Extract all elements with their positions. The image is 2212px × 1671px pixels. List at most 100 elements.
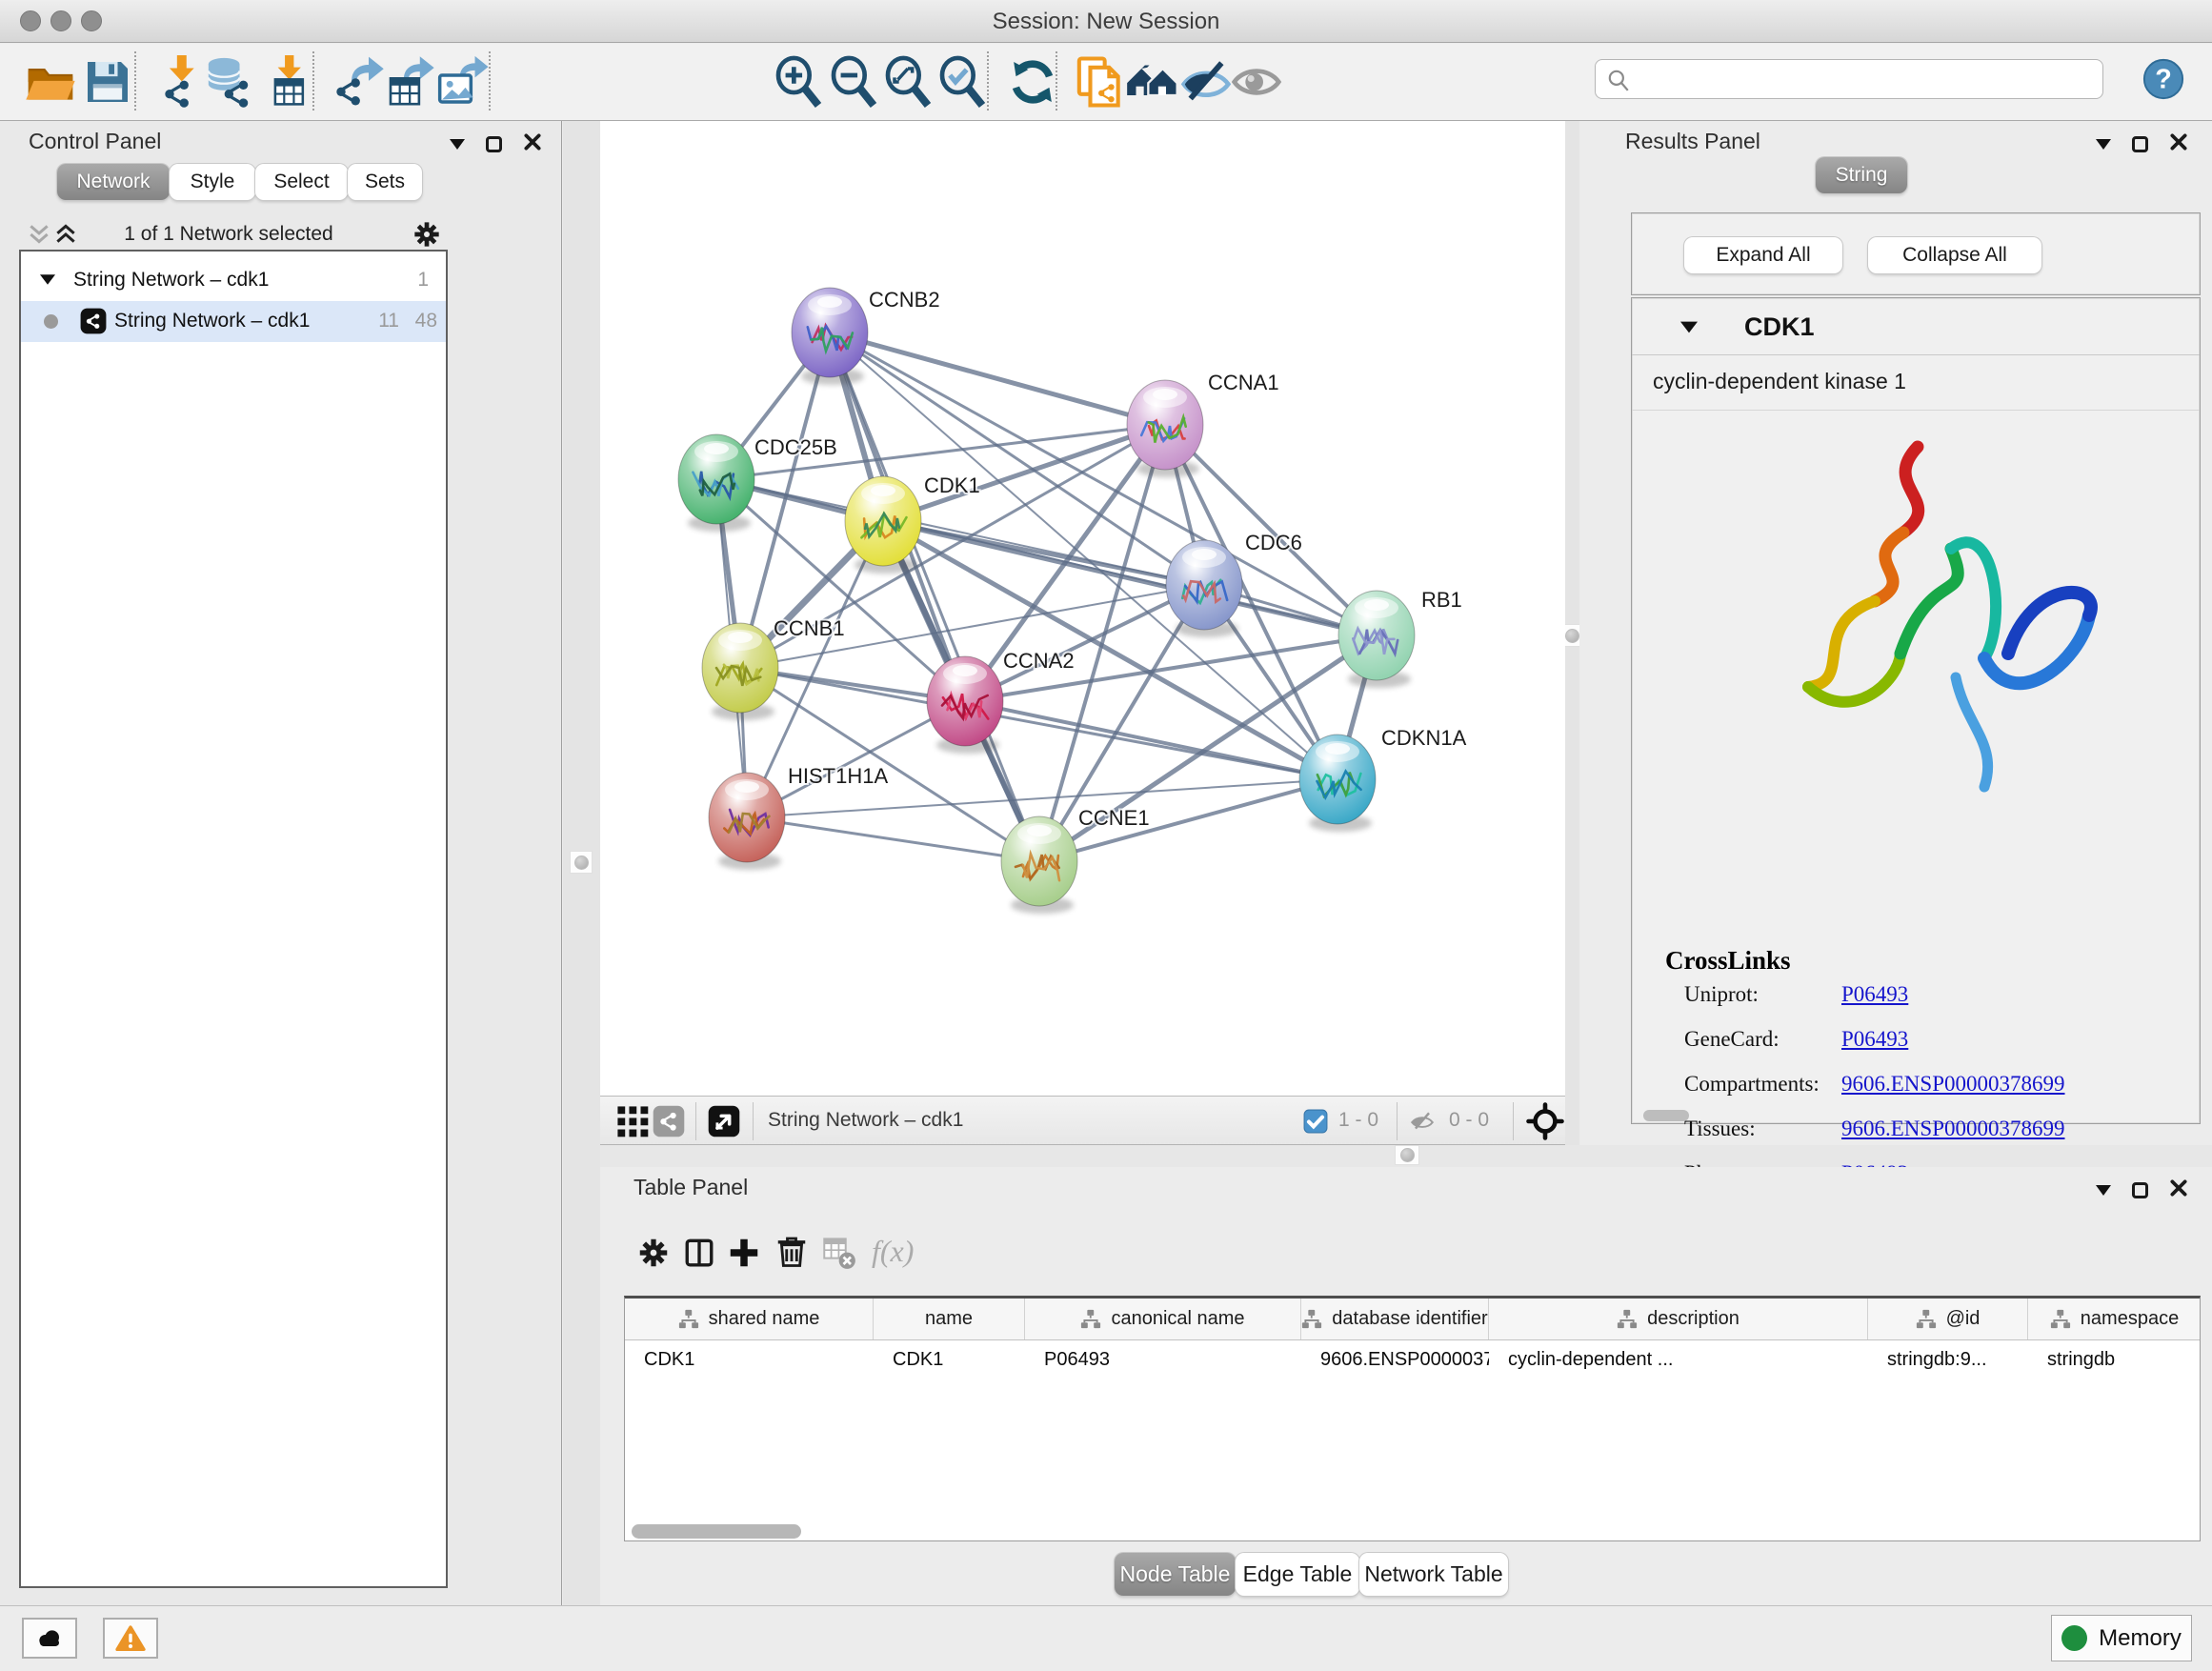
crosslink-link[interactable]: P06493	[1841, 1027, 1908, 1052]
detach-view-icon[interactable]	[708, 1105, 740, 1137]
export-image-icon[interactable]	[435, 55, 489, 109]
node-HIST1H1A	[709, 773, 785, 870]
crosslink-label: Uniprot:	[1684, 982, 1759, 1006]
node-label-CCNA2: CCNA2	[1003, 649, 1075, 673]
table-cell[interactable]: P06493	[1025, 1340, 1301, 1381]
collapse-gene-icon[interactable]	[1680, 322, 1698, 333]
tab-network-table[interactable]: Network Table	[1359, 1553, 1508, 1596]
tab-string[interactable]: String	[1816, 157, 1907, 193]
zoom-in-icon[interactable]	[772, 55, 825, 109]
column-header-canonical-name[interactable]: canonical name	[1025, 1299, 1301, 1339]
zoom-out-icon[interactable]	[827, 55, 880, 109]
table-cell[interactable]: CDK1	[874, 1340, 1025, 1381]
collapse-all-button[interactable]: Collapse All	[1868, 237, 2041, 273]
table-row[interactable]: CDK1CDK1P064939606.ENSP00000378699cyclin…	[625, 1340, 2200, 1381]
toolbar-separator	[312, 51, 314, 111]
save-session-icon[interactable]	[81, 55, 134, 109]
separator	[1513, 1102, 1514, 1140]
table-cell[interactable]: stringdb:9...	[1868, 1340, 2028, 1381]
column-label: name	[925, 1308, 973, 1330]
network-status-dot	[44, 314, 58, 329]
expand-all-button[interactable]: Expand All	[1684, 237, 1842, 273]
export-table-icon[interactable]	[381, 55, 434, 109]
crosslink-link[interactable]: 9606.ENSP00000378699	[1841, 1117, 2065, 1141]
results-hscrollbar[interactable]	[1643, 1110, 1689, 1121]
toolbar-separator	[1056, 51, 1057, 111]
column-label: database identifier	[1332, 1308, 1487, 1330]
network-collection-row[interactable]: String Network – cdk1 1	[21, 260, 446, 301]
node-table[interactable]: shared name name canonical name database id…	[624, 1296, 2201, 1541]
column-header-description[interactable]: description	[1489, 1299, 1868, 1339]
node-label-CCNB1: CCNB1	[774, 616, 845, 640]
network-thumbnail-icon[interactable]	[653, 1105, 685, 1137]
close-panel-icon[interactable]	[2169, 132, 2188, 156]
close-panel-icon[interactable]	[523, 132, 542, 156]
maximize-panel-icon[interactable]	[2132, 1182, 2148, 1198]
column-header-shared-name[interactable]: shared name	[625, 1299, 874, 1339]
column-label: namespace	[2081, 1308, 2179, 1330]
delete-table-icon	[822, 1236, 856, 1270]
column-header--id[interactable]: @id	[1868, 1299, 2028, 1339]
status-bar: Memory	[0, 1605, 2212, 1671]
fit-selection-crosshair-icon[interactable]	[1526, 1102, 1564, 1140]
float-panel-icon[interactable]	[450, 139, 465, 150]
network-row-selected[interactable]: String Network – cdk1 11 48	[21, 301, 446, 342]
show-all-icon[interactable]	[1230, 55, 1283, 109]
help-icon[interactable]: ?	[2142, 57, 2185, 101]
column-header-name[interactable]: name	[874, 1299, 1025, 1339]
table-cell[interactable]: 9606.ENSP00000378699	[1301, 1340, 1489, 1381]
import-table-icon[interactable]	[259, 55, 312, 109]
apply-layout-icon[interactable]	[1006, 55, 1059, 109]
tab-node-table[interactable]: Node Table	[1115, 1553, 1236, 1596]
network-view-title: String Network – cdk1	[768, 1109, 963, 1132]
export-network-icon[interactable]	[331, 55, 384, 109]
clone-network-icon[interactable]	[1074, 55, 1127, 109]
collapse-collection-icon[interactable]	[40, 274, 55, 284]
memory-button[interactable]: Memory	[2051, 1615, 2192, 1661]
delete-column-icon[interactable]	[774, 1236, 809, 1270]
import-network-icon[interactable]	[152, 55, 206, 109]
crosslink-link[interactable]: 9606.ENSP00000378699	[1841, 1072, 2065, 1097]
table-hscrollbar[interactable]	[632, 1524, 801, 1539]
add-column-icon[interactable]	[727, 1236, 761, 1270]
network-options-gear-icon[interactable]	[412, 219, 442, 250]
tab-edge-table[interactable]: Edge Table	[1236, 1553, 1359, 1596]
import-database-icon[interactable]	[203, 55, 256, 109]
column-label: shared name	[709, 1308, 820, 1330]
warnings-button[interactable]	[103, 1618, 158, 1659]
column-header-namespace[interactable]: namespace	[2028, 1299, 2201, 1339]
column-label: canonical name	[1111, 1308, 1244, 1330]
memory-label: Memory	[2099, 1625, 2182, 1652]
float-panel-icon[interactable]	[2096, 1185, 2111, 1196]
hide-selected-icon[interactable]	[1179, 55, 1233, 109]
cloud-button[interactable]	[22, 1618, 77, 1659]
table-cell[interactable]: cyclin-dependent ...	[1489, 1340, 1868, 1381]
crosslink-link[interactable]: P06493	[1841, 982, 1908, 1007]
tab-sets[interactable]: Sets	[348, 164, 422, 200]
show-columns-icon[interactable]	[682, 1236, 716, 1270]
tab-select[interactable]: Select	[255, 164, 348, 200]
column-header-database-identifier[interactable]: database identifier	[1301, 1299, 1489, 1339]
tab-network[interactable]: Network	[57, 164, 170, 200]
string-protein-query-icon[interactable]	[1126, 55, 1179, 109]
zoom-selected-icon[interactable]	[935, 55, 989, 109]
float-panel-icon[interactable]	[2096, 139, 2111, 150]
selected-checkbox-icon[interactable]	[1303, 1109, 1328, 1134]
gene-card-header[interactable]: CDK1	[1632, 298, 2200, 355]
table-cell[interactable]: CDK1	[625, 1340, 874, 1381]
table-splitter-handle[interactable]	[1395, 1145, 1419, 1165]
network-canvas[interactable]: CCNB2CCNA1CDC25BCDK1CDC6RB1CCNB1CCNA2CDK…	[600, 121, 1565, 1096]
zoom-fit-icon[interactable]	[881, 55, 935, 109]
open-session-icon[interactable]	[24, 55, 77, 109]
tab-style[interactable]: Style	[170, 164, 255, 200]
birdseye-grid-icon[interactable]	[616, 1105, 649, 1137]
left-splitter-handle[interactable]	[570, 851, 593, 874]
search-input[interactable]	[1595, 59, 2103, 99]
selected-node-edge-counts: 1 - 0	[1338, 1109, 1378, 1132]
maximize-panel-icon[interactable]	[486, 136, 502, 152]
table-cell[interactable]: stringdb	[2028, 1340, 2201, 1381]
maximize-panel-icon[interactable]	[2132, 136, 2148, 152]
close-panel-icon[interactable]	[2169, 1178, 2188, 1202]
table-options-gear-icon[interactable]	[636, 1236, 671, 1270]
toolbar-separator	[987, 51, 989, 111]
